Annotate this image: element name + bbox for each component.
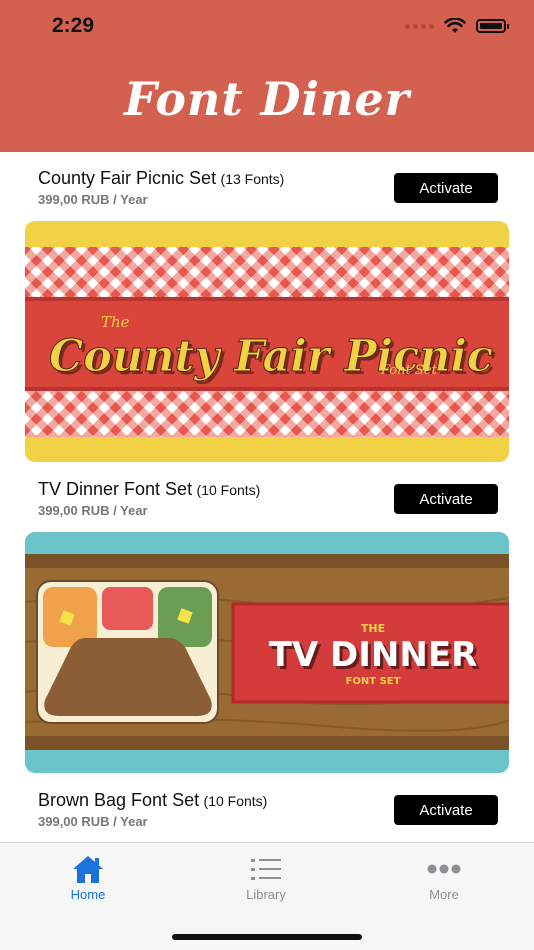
banner-title: TV DINNER: [269, 635, 478, 675]
item-font-count: (10 Fonts): [203, 793, 268, 809]
wifi-icon: [444, 18, 466, 33]
activate-button[interactable]: Activate: [394, 484, 498, 514]
tab-home[interactable]: Home: [28, 851, 148, 902]
list-item: Brown Bag Font Set (10 Fonts) 399,00 RUB…: [38, 790, 498, 829]
tv-dinner-banner[interactable]: THE TV DINNER TV DINNER FONT SET: [25, 532, 509, 773]
app-title: Font Diner: [124, 72, 410, 126]
list-icon: [251, 859, 281, 880]
status-time: 2:29: [52, 14, 95, 37]
tab-label: Library: [246, 887, 286, 902]
tab-library[interactable]: Library: [206, 851, 326, 902]
status-icons: [405, 18, 509, 34]
item-font-count: (10 Fonts): [196, 482, 261, 498]
ellipsis-icon: [427, 864, 461, 874]
home-indicator: [172, 934, 362, 940]
county-fair-banner[interactable]: The County Fair Picnic County Fair Picni…: [25, 221, 509, 462]
battery-icon: [476, 19, 509, 33]
item-name: Brown Bag Font Set: [38, 790, 200, 810]
banner-subtitle: Font Set: [380, 363, 437, 378]
tab-more[interactable]: More: [384, 851, 504, 902]
tab-label: Home: [70, 887, 106, 902]
activate-button[interactable]: Activate: [394, 795, 498, 825]
list-item: TV Dinner Font Set (10 Fonts) 399,00 RUB…: [38, 479, 498, 518]
house-icon: [73, 856, 103, 883]
app-header: 2:29 Font Diner: [0, 0, 534, 152]
item-font-count: (13 Fonts): [220, 171, 285, 187]
banner-small-text: The: [101, 313, 130, 331]
signal-dots-icon: [405, 23, 434, 29]
tab-label: More: [429, 887, 459, 902]
list-item: County Fair Picnic Set (13 Fonts) 399,00…: [38, 168, 498, 207]
banner-subtitle: FONT SET: [346, 676, 401, 687]
item-name: TV Dinner Font Set: [38, 479, 193, 499]
item-name: County Fair Picnic Set: [38, 168, 217, 188]
banner-small-text: THE: [361, 622, 385, 635]
tab-bar: Home Library More: [0, 842, 534, 950]
activate-button[interactable]: Activate: [394, 173, 498, 203]
